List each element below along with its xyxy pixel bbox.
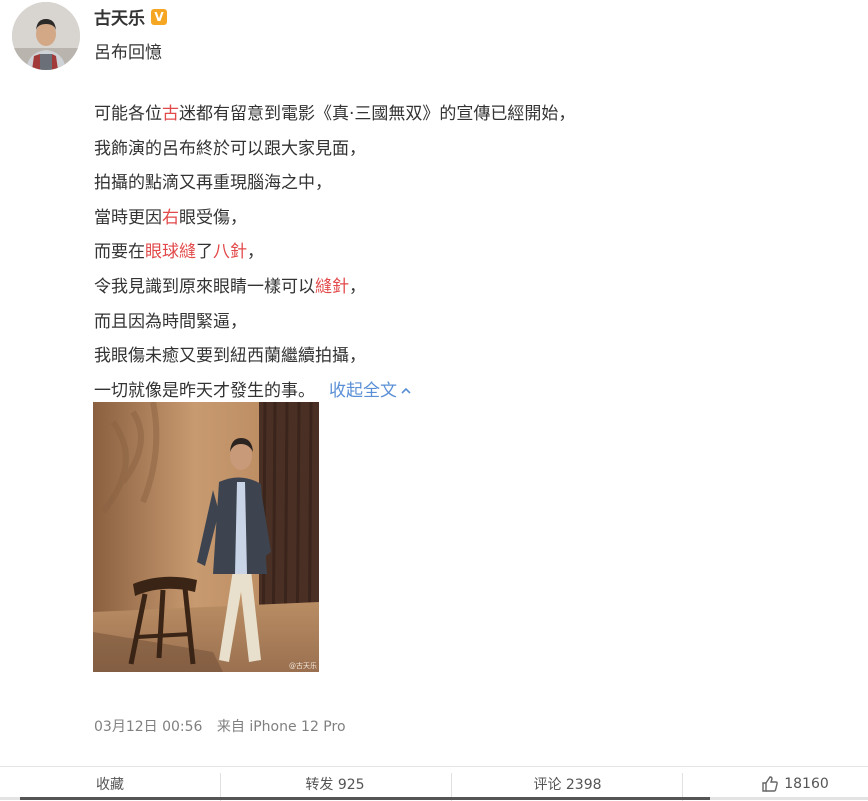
chevron-up-icon	[401, 387, 411, 394]
text-segment: 可能各位	[94, 104, 162, 124]
text-segment: ，	[247, 242, 264, 263]
post-title: 呂布回憶	[94, 43, 162, 63]
like-button[interactable]: 18160	[740, 767, 850, 801]
highlighted-text: 八針	[213, 242, 247, 263]
text-segment: 而且因為時間緊逼，	[94, 311, 247, 332]
avatar[interactable]	[12, 2, 80, 70]
post-photo[interactable]: @古天乐	[93, 402, 319, 672]
repost-label: 转发 925	[305, 777, 365, 793]
post-text-line: 我飾演的呂布終於可以跟大家見面，	[94, 135, 794, 170]
text-segment: 一切就像是昨天才發生的事。	[94, 380, 315, 401]
post-date[interactable]: 03月12日 00:56	[94, 719, 202, 735]
text-segment: 拍攝的點滴又再重現腦海之中，	[94, 173, 332, 194]
post-text-line: 而且因為時間緊逼，	[94, 308, 794, 343]
text-segment: 而要在	[94, 242, 145, 263]
text-segment: 迷都有留意到電影《真·三國無双》的宣傳已經開始，	[179, 104, 576, 124]
verified-badge-icon: V	[151, 8, 167, 25]
comment-label: 评论 2398	[533, 777, 602, 793]
post-meta: 03月12日 00:56 来自 iPhone 12 Pro	[94, 716, 346, 736]
post-text-line: 令我見識到原來眼睛一樣可以縫針，	[94, 273, 794, 308]
highlighted-text: 縫針	[315, 276, 349, 297]
text-segment: 眼受傷，	[179, 207, 247, 228]
post-text-line: 當時更因右眼受傷，	[94, 204, 794, 239]
post-text-line: 拍攝的點滴又再重現腦海之中，	[94, 169, 794, 204]
favorite-button[interactable]: 收藏	[20, 767, 200, 801]
thumbs-up-icon	[762, 776, 779, 792]
highlighted-text: 眼球縫	[145, 242, 196, 263]
post-text-line: 我眼傷未癒又要到紐西蘭繼續拍攝，	[94, 342, 794, 377]
text-segment: ，	[349, 276, 366, 297]
text-segment: 了	[196, 242, 213, 263]
text-segment: 我飾演的呂布終於可以跟大家見面，	[94, 138, 366, 159]
collapse-link[interactable]: 收起全文	[329, 377, 412, 405]
repost-button[interactable]: 转发 925	[235, 767, 435, 801]
like-count: 18160	[784, 776, 829, 792]
post-text-line: 而要在眼球縫了八針，	[94, 238, 794, 273]
post-body: 可能各位古迷都有留意到電影《真·三國無双》的宣傳已經開始， 我飾演的呂布終於可以跟…	[94, 100, 794, 411]
text-segment: 我眼傷未癒又要到紐西蘭繼續拍攝，	[94, 346, 366, 367]
photo-watermark: @古天乐	[289, 661, 317, 670]
avatar-image	[12, 2, 80, 70]
text-segment: 令我見識到原來眼睛一樣可以	[94, 276, 315, 297]
favorite-label: 收藏	[96, 777, 124, 793]
username-text[interactable]: 古天乐	[94, 4, 145, 29]
username[interactable]: 古天乐 V	[94, 4, 167, 29]
collapse-label: 收起全文	[329, 380, 397, 401]
post-text-line: 可能各位古迷都有留意到電影《真·三國無双》的宣傳已經開始，	[94, 100, 794, 135]
highlighted-text: 古	[162, 104, 179, 124]
highlighted-text: 右	[162, 207, 179, 228]
action-bar: 收藏 转发 925 评论 2398 18160	[0, 766, 868, 801]
text-segment: 當時更因	[94, 207, 162, 228]
photo-image: @古天乐	[93, 402, 319, 672]
comment-button[interactable]: 评论 2398	[470, 767, 665, 801]
post-source: 来自 iPhone 12 Pro	[216, 719, 346, 735]
